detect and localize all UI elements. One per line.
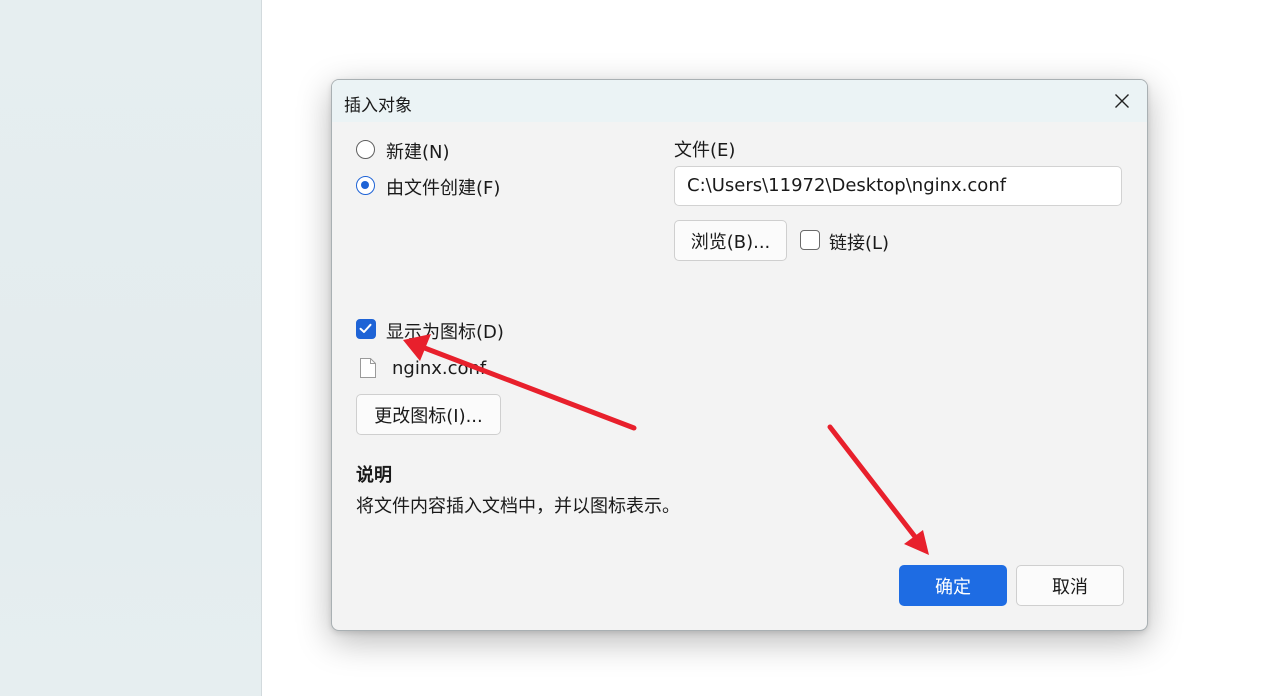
close-button[interactable] [1107,86,1137,116]
description-heading: 说明 [356,465,392,486]
dialog-title: 插入对象 [344,96,412,116]
checkmark-icon [359,323,372,333]
insert-object-dialog: 插入对象 新建(N) 由文件创建(F) 文件(E) C:\Users\11972… [331,79,1148,631]
radio-new-label[interactable]: 新建(N) [386,138,450,164]
radio-from-file[interactable] [356,176,375,195]
description-text: 将文件内容插入文档中，并以图标表示。 [356,496,680,517]
icon-caption: nginx.conf [392,358,487,379]
ok-button[interactable]: 确定 [899,565,1007,606]
change-icon-button[interactable]: 更改图标(I)... [356,394,501,435]
file-field-label: 文件(E) [674,140,736,161]
display-as-icon-checkbox[interactable] [356,319,376,339]
browse-button[interactable]: 浏览(B)... [674,220,787,261]
radio-new[interactable] [356,140,375,159]
file-icon [360,358,376,378]
radio-from-file-label[interactable]: 由文件创建(F) [386,174,500,200]
display-as-icon-label[interactable]: 显示为图标(D) [386,318,504,344]
close-icon [1115,94,1129,108]
dialog-titlebar: 插入对象 [332,80,1147,122]
left-sidebar-panel [0,0,262,696]
cancel-button[interactable]: 取消 [1016,565,1124,606]
link-checkbox-label[interactable]: 链接(L) [829,229,889,255]
file-path-input[interactable]: C:\Users\11972\Desktop\nginx.conf [674,166,1122,206]
link-checkbox[interactable] [800,230,820,250]
